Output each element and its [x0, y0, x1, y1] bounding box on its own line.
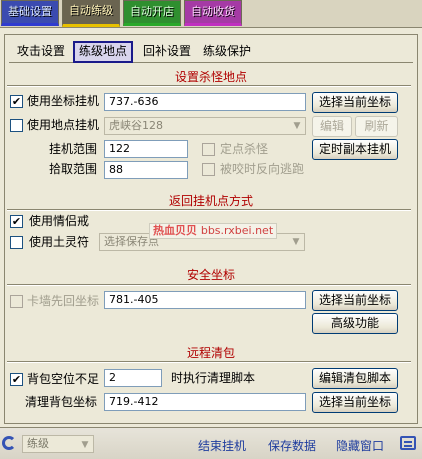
place-select-value: 虎峡谷128 — [109, 119, 163, 132]
use-ring-checkbox[interactable]: ✔ — [10, 215, 23, 228]
leveling-panel: 攻击设置 练级地点 回补设置 练级保护 设置杀怪地点 ✔ 使用坐标挂机 737.… — [4, 34, 418, 424]
reverse-escape-checkbox[interactable] — [202, 163, 215, 176]
use-coord-label: 使用坐标挂机 — [27, 94, 100, 108]
chevron-down-icon: ▼ — [293, 121, 301, 131]
bag-free-suffix: 时执行清理脚本 — [171, 371, 256, 385]
pickup-input[interactable]: 88 — [104, 161, 188, 179]
range-input[interactable]: 122 — [104, 140, 188, 158]
sub-tab-bar: 攻击设置 练级地点 回补设置 练级保护 — [9, 39, 413, 63]
section-title-safe-coord: 安全坐标 — [186, 268, 235, 282]
section-title-return-method: 返回挂机点方式 — [168, 194, 253, 208]
section-title-remote-clean: 远程清包 — [186, 346, 235, 360]
section-divider — [7, 284, 411, 286]
stuck-return-checkbox[interactable] — [10, 295, 23, 308]
fixed-kill-label: 定点杀怪 — [220, 142, 269, 156]
tab-auto-shop[interactable]: 自动开店 — [123, 0, 181, 26]
place-select[interactable]: 虎峡谷128 ▼ — [104, 117, 306, 135]
pickup-label: 拾取范围 — [49, 162, 98, 176]
stuck-return-label: 卡墙先回坐标 — [27, 294, 100, 308]
refresh-icon[interactable] — [2, 436, 16, 450]
subtab-recovery-settings[interactable]: 回补设置 — [137, 41, 197, 63]
bag-free-label: 背包空位不足 — [27, 372, 100, 386]
safe-coord-input[interactable]: 781.-405 — [104, 291, 306, 309]
range-label: 挂机范围 — [49, 142, 98, 156]
chevron-down-icon: ▼ — [81, 440, 89, 450]
edit-clean-script-button[interactable]: 编辑清包脚本 — [312, 368, 398, 389]
watermark-text: 热血贝贝 — [153, 224, 197, 237]
subtab-leveling-protection[interactable]: 练级保护 — [197, 41, 257, 63]
use-talisman-checkbox[interactable] — [10, 236, 23, 249]
advanced-features-button[interactable]: 高级功能 — [312, 313, 398, 334]
use-place-label: 使用地点挂机 — [27, 118, 100, 132]
bag-free-checkbox[interactable]: ✔ — [10, 373, 23, 386]
watermark: 热血贝贝 bbs.rxbei.net — [149, 223, 278, 239]
select-clean-coord-button[interactable]: 选择当前坐标 — [312, 392, 398, 413]
subtab-attack-settings[interactable]: 攻击设置 — [11, 41, 71, 63]
clean-coord-label: 清理背包坐标 — [25, 395, 98, 409]
chevron-down-icon: ▼ — [292, 237, 300, 247]
bag-free-input[interactable]: 2 — [104, 369, 162, 387]
watermark-domain: bbs.rxbei.net — [200, 224, 274, 237]
use-place-checkbox[interactable] — [10, 119, 23, 132]
clean-coord-input[interactable]: 719.-412 — [104, 393, 306, 411]
edit-place-button[interactable]: 编辑 — [312, 116, 352, 137]
select-current-coord-button[interactable]: 选择当前坐标 — [312, 92, 398, 113]
reverse-escape-label: 被咬时反向逃跑 — [220, 162, 305, 176]
save-data-link[interactable]: 保存数据 — [268, 437, 316, 454]
refresh-place-button[interactable]: 刷新 — [355, 116, 398, 137]
menu-icon[interactable] — [400, 436, 416, 450]
fixed-kill-checkbox[interactable] — [202, 143, 215, 156]
mode-select[interactable]: 练级 ▼ — [22, 435, 94, 453]
section-title-kill-spot: 设置杀怪地点 — [174, 70, 247, 84]
timed-dungeon-button[interactable]: 定时副本挂机 — [312, 139, 398, 160]
bottom-bar: 练级 ▼ 结束挂机 保存数据 隐藏窗口 — [0, 427, 422, 459]
mode-select-value: 练级 — [27, 437, 49, 450]
use-coord-checkbox[interactable]: ✔ — [10, 95, 23, 108]
hide-window-link[interactable]: 隐藏窗口 — [336, 437, 384, 454]
section-divider — [7, 209, 411, 211]
section-divider — [7, 361, 411, 363]
tab-auto-receive[interactable]: 自动收货 — [184, 0, 242, 26]
stop-leveling-link[interactable]: 结束挂机 — [198, 437, 246, 454]
tab-basic-settings[interactable]: 基础设置 — [1, 0, 59, 26]
top-tab-bar: 基础设置 自动练级 自动开店 自动收货 — [0, 0, 422, 28]
section-divider — [7, 85, 411, 87]
use-talisman-label: 使用土灵符 — [29, 235, 90, 249]
tab-auto-leveling[interactable]: 自动练级 — [62, 0, 120, 27]
coord-input[interactable]: 737.-636 — [104, 93, 306, 111]
select-safe-coord-button[interactable]: 选择当前坐标 — [312, 290, 398, 311]
use-ring-label: 使用情侣戒 — [29, 214, 90, 228]
subtab-leveling-spot[interactable]: 练级地点 — [73, 41, 133, 63]
